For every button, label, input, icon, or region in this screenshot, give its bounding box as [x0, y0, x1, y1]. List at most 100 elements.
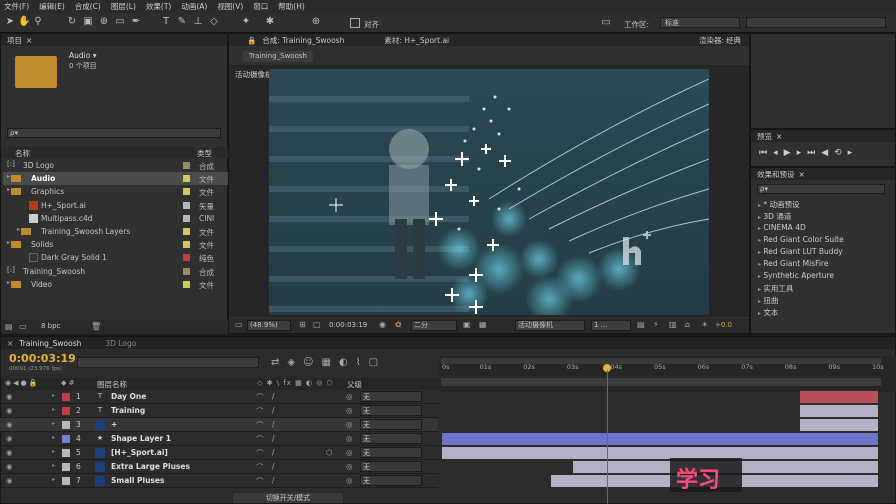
layer-duration-bar[interactable] — [799, 391, 878, 403]
layer-duration-bar[interactable] — [799, 405, 878, 417]
expand-arrow-icon[interactable]: ▸ — [52, 434, 55, 441]
menu-item-6[interactable]: 视图(V) — [217, 1, 243, 12]
expand-arrow-icon[interactable]: ▸ — [52, 392, 55, 399]
project-item[interactable]: [:] Training_Swoosh 合成 — [3, 265, 229, 278]
shy-icon[interactable]: ☺ — [303, 357, 321, 368]
effects-search-input[interactable]: ρ▾ — [757, 184, 885, 194]
pan-behind-tool-icon[interactable]: ⊕ — [98, 16, 110, 28]
expand-arrow-icon[interactable]: ▸ — [52, 462, 55, 469]
expand-arrow-icon[interactable]: ▸ — [7, 186, 10, 193]
expand-arrow-icon[interactable]: ▸ — [758, 225, 761, 232]
collapse-switch-icon[interactable]: ⌒ — [256, 406, 264, 417]
resolution-select[interactable]: 二分 — [411, 320, 457, 331]
layer-row[interactable]: ◉ ▸ 2 T Training ⌒ / ◎ 无 — [0, 404, 438, 418]
effects-presets-tab[interactable]: 效果和预设 × — [751, 168, 895, 180]
eye-icon[interactable]: ◉ — [6, 476, 13, 485]
region-of-interest-icon[interactable]: ▣ — [463, 320, 471, 329]
renderer-value[interactable]: 经典 — [726, 35, 741, 46]
parent-select[interactable]: 无 — [360, 419, 422, 430]
frame-blending-icon[interactable]: ▦ — [322, 357, 339, 368]
view-layout-select[interactable]: 1 ... — [591, 320, 631, 331]
toggle-switches-modes[interactable]: 切换开关/模式 — [233, 493, 343, 503]
timeline-tab-3d-logo[interactable]: 3D Logo — [105, 339, 136, 348]
layer-row[interactable]: ◉ ▸ 5 [H+_Sport.ai] ⌒ / ⬡ ◎ 无 — [0, 446, 438, 460]
lock-icon[interactable]: 🔒 — [247, 36, 256, 45]
always-preview-icon[interactable]: ▭ — [235, 320, 243, 329]
menu-item-4[interactable]: 效果(T) — [146, 1, 171, 12]
quality-switch-icon[interactable]: / — [272, 462, 275, 471]
ram-preview-icon[interactable]: ▸ — [848, 148, 859, 158]
effects-category[interactable]: ▸ * 动画预设 — [758, 199, 800, 210]
project-item[interactable]: ▸ Graphics 文件 — [3, 185, 229, 198]
selection-tool-icon[interactable]: ➤ — [4, 16, 16, 28]
expand-arrow-icon[interactable]: ▸ — [17, 226, 20, 233]
puppet-tool-icon[interactable]: ✱ — [264, 16, 276, 28]
transparency-grid-icon[interactable]: ▦ — [479, 320, 487, 329]
zoom-select[interactable]: (48.9%) — [247, 320, 291, 331]
pick-whip-icon[interactable]: ◎ — [346, 448, 353, 457]
parent-select[interactable]: 无 — [360, 447, 422, 458]
work-area-bar[interactable] — [441, 378, 881, 386]
pen-tool-icon[interactable]: ✒ — [130, 16, 142, 28]
layer-name[interactable]: Small Pluses — [111, 476, 164, 485]
mask-visibility-icon[interactable]: ▢ — [313, 320, 321, 329]
expand-arrow-icon[interactable]: ▸ — [758, 273, 761, 280]
expand-arrow-icon[interactable]: ▸ — [758, 249, 761, 256]
project-item[interactable]: ▸ Video 文件 — [3, 278, 229, 291]
layer-duration-bar[interactable] — [799, 419, 878, 431]
graph-editor-icon[interactable]: ⌇ — [356, 357, 369, 368]
clone-tool-icon[interactable]: ⊥ — [192, 16, 204, 28]
mask-tool-icon[interactable]: ▭ — [114, 16, 126, 28]
label-color-swatch[interactable] — [183, 188, 190, 196]
channel-icon[interactable]: ✿ — [395, 320, 402, 329]
eye-icon[interactable]: ◉ — [6, 434, 13, 443]
expand-arrow-icon[interactable]: ▸ — [52, 448, 55, 455]
layer-label-swatch[interactable] — [62, 407, 70, 415]
expand-arrow-icon[interactable]: ▸ — [7, 239, 10, 246]
motion-blur-icon[interactable]: ◐ — [339, 357, 356, 368]
pick-whip-icon[interactable]: ◎ — [346, 406, 353, 415]
draft-3d-icon[interactable]: ◈ — [287, 357, 303, 368]
parent-select[interactable]: 无 — [360, 405, 422, 416]
project-item[interactable]: ▸ Solids 文件 — [3, 238, 229, 251]
effects-category[interactable]: ▸ Synthetic Aperture — [758, 271, 834, 280]
project-item[interactable]: [:] 3D Logo 合成 — [3, 159, 229, 172]
effects-category[interactable]: ▸ 实用工具 — [758, 283, 793, 294]
effects-category[interactable]: ▸ CINEMA 4D — [758, 223, 806, 232]
next-frame-icon[interactable]: ▸ — [797, 148, 808, 158]
layer-name[interactable]: Training — [111, 406, 145, 415]
label-color-swatch[interactable] — [183, 267, 190, 275]
quality-switch-icon[interactable]: / — [272, 406, 275, 415]
project-tab[interactable]: 项目 × — [1, 34, 227, 46]
name-column-header[interactable]: 名称 — [15, 148, 30, 159]
expand-arrow-icon[interactable]: ▸ — [758, 261, 761, 268]
expand-arrow-icon[interactable]: ▸ — [758, 298, 761, 305]
effects-category[interactable]: ▸ 3D 通道 — [758, 211, 791, 222]
composition-mini-flowchart-icon[interactable]: ⇄ — [271, 357, 287, 368]
parent-select[interactable]: 无 — [360, 433, 422, 444]
brainstorm-icon[interactable]: ▢ — [369, 357, 386, 368]
layer-name-header[interactable]: 图层名称 — [97, 379, 127, 390]
layer-label-swatch[interactable] — [62, 449, 70, 457]
first-frame-icon[interactable]: ⏮ — [759, 148, 773, 158]
pick-whip-icon[interactable]: ◎ — [346, 434, 353, 443]
pick-whip-icon[interactable]: ◎ — [346, 392, 353, 401]
label-color-swatch[interactable] — [183, 241, 190, 249]
flowchart-icon[interactable]: ⌂ — [685, 320, 690, 329]
project-item[interactable]: Dark Gray Solid 1 纯色 — [3, 251, 229, 264]
effects-category[interactable]: ▸ Red Giant Color Suite — [758, 235, 844, 244]
effects-category[interactable]: ▸ Red Giant MisFire — [758, 259, 828, 268]
local-axis-icon[interactable]: ⊕ — [310, 16, 322, 28]
fast-preview-icon[interactable]: ⚡ — [653, 320, 659, 329]
timeline-search-input[interactable] — [77, 357, 259, 368]
rotate-tool-icon[interactable]: ↻ — [66, 16, 78, 28]
label-color-swatch[interactable] — [183, 214, 190, 222]
camera-view-select[interactable]: 活动摄像机 — [515, 320, 585, 331]
layer-duration-bar[interactable] — [442, 433, 878, 445]
parent-header[interactable]: 父级 — [347, 379, 362, 390]
expand-arrow-icon[interactable]: ▸ — [7, 279, 10, 286]
current-timecode[interactable]: 0:00:03:19 — [9, 352, 76, 365]
layer-name[interactable]: [H+_Sport.ai] — [111, 448, 168, 457]
exposure-value[interactable]: +0.0 — [715, 321, 732, 329]
collapse-switch-icon[interactable]: ⌒ — [256, 434, 264, 445]
